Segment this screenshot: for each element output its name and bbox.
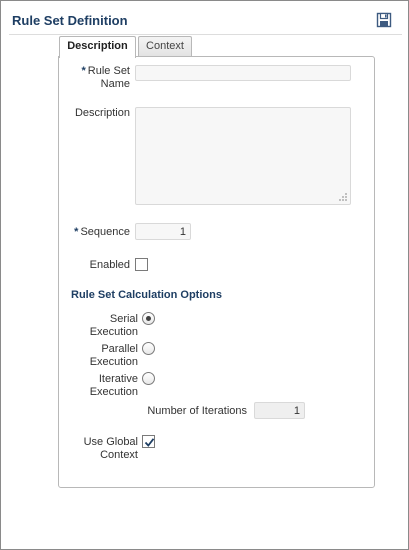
serial-execution-radio[interactable] [142,312,155,325]
calculation-options-title: Rule Set Calculation Options [71,289,222,301]
parallel-execution-radio[interactable] [142,342,155,355]
use-global-context-checkbox[interactable] [142,435,155,448]
tab-context[interactable]: Context [138,36,192,57]
rule-set-definition-window: Rule Set Definition Description Context … [0,0,409,550]
required-marker: * [74,226,79,238]
header-divider [9,34,402,35]
parallel-execution-label: Parallel Execution [89,343,138,368]
enabled-checkbox[interactable] [135,258,148,271]
tab-description[interactable]: Description [59,36,136,58]
radio-selected-dot [146,316,151,321]
sequence-label: * Sequence [74,226,130,238]
iterations-input[interactable] [254,402,305,419]
rule-set-name-input[interactable] [135,65,351,81]
iterative-execution-radio[interactable] [142,372,155,385]
page-title: Rule Set Definition [12,13,128,28]
save-icon[interactable] [376,12,392,28]
serial-execution-label: Serial Execution [89,313,138,338]
resize-grip-icon[interactable] [338,192,348,202]
rule-set-name-label-line1: Rule Set [87,65,130,77]
checkmark-icon [144,438,155,447]
rule-set-name-label-line2: Name [100,78,130,90]
rule-set-name-label: * Rule Set Name [61,65,130,91]
description-label: Description [74,107,130,119]
required-marker: * [81,65,86,77]
description-textarea[interactable] [135,107,351,205]
sequence-input[interactable] [135,223,191,240]
iterations-label: Number of Iterations [147,405,247,417]
enabled-label: Enabled [89,259,130,271]
use-global-context-label: Use Global Context [83,436,138,461]
iterative-execution-label: Iterative Execution [89,373,138,398]
